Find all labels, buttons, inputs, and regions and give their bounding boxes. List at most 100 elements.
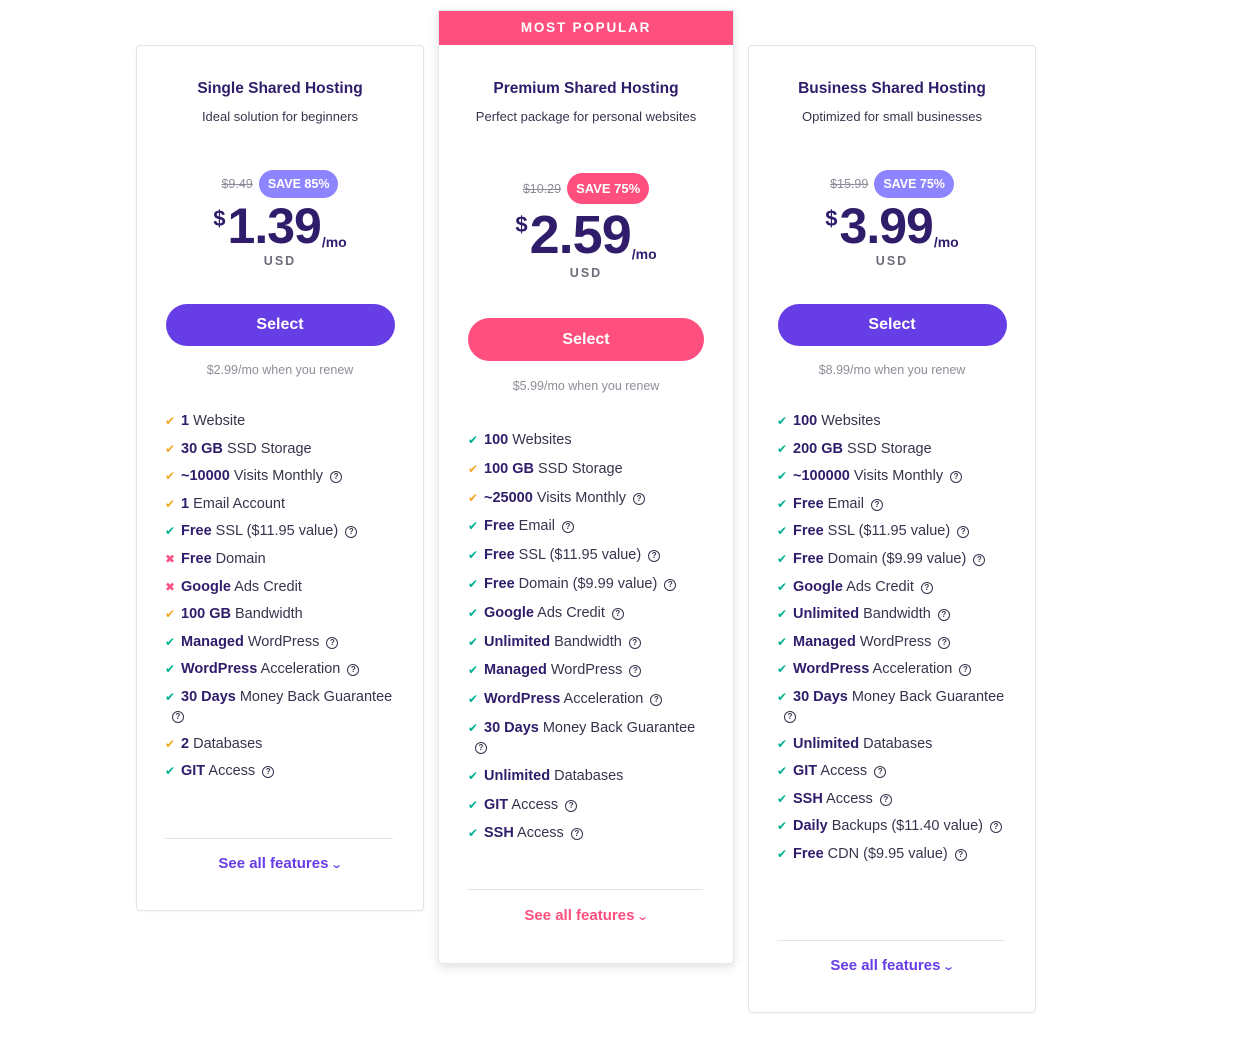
question-circle-icon[interactable]: ?: [475, 741, 487, 754]
plan-card-single: Single Shared Hosting Ideal solution for…: [136, 45, 424, 911]
feature-highlight: 30 Days: [181, 688, 236, 705]
check-icon: ✔: [777, 736, 788, 751]
feature-text: Bandwidth: [550, 633, 622, 650]
feature-text: Ads Credit: [842, 578, 914, 595]
check-icon: ✔: [777, 414, 788, 428]
question-circle-icon[interactable]: ?: [347, 664, 360, 677]
check-icon: ✔: [468, 826, 479, 841]
see-all-label: See all features: [524, 907, 635, 924]
feature-item: ✔ WordPress Acceleration?: [468, 690, 705, 709]
feature-text: Databases: [189, 735, 263, 752]
check-icon: ✔: [468, 663, 479, 678]
feature-item: ✔ SSH Access?: [468, 824, 705, 843]
feature-text: Access: [513, 825, 564, 842]
select-button[interactable]: Select: [777, 304, 1007, 346]
question-circle-icon[interactable]: ?: [330, 471, 343, 484]
feature-item: ✔ 200 GB SSD Storage: [777, 440, 1007, 459]
question-circle-icon[interactable]: ?: [784, 710, 796, 723]
question-circle-icon[interactable]: ?: [648, 550, 661, 563]
feature-text: Ads Credit: [533, 604, 605, 621]
question-circle-icon[interactable]: ?: [879, 793, 892, 806]
feature-highlight: Daily: [793, 818, 828, 835]
check-icon: ✔: [468, 692, 479, 707]
question-circle-icon[interactable]: ?: [950, 471, 963, 484]
question-circle-icon[interactable]: ?: [262, 766, 275, 779]
plan-card-business: Business Shared Hosting Optimized for sm…: [748, 45, 1036, 1013]
save-badge: SAVE 75%: [874, 170, 954, 198]
question-circle-icon[interactable]: ?: [565, 799, 578, 812]
question-circle-icon[interactable]: ?: [629, 665, 642, 678]
feature-text: SSD Storage: [222, 440, 312, 457]
question-circle-icon[interactable]: ?: [937, 609, 950, 622]
feature-text: Websites: [817, 413, 881, 429]
check-icon: ✔: [468, 548, 479, 563]
see-all-features-link[interactable]: See all features ⌄: [749, 957, 1035, 974]
question-circle-icon[interactable]: ?: [633, 492, 646, 505]
feature-highlight: SSH: [793, 790, 823, 807]
question-circle-icon[interactable]: ?: [938, 636, 951, 649]
feature-text: WordPress: [855, 633, 932, 650]
price: $ 2.59 /mo: [439, 206, 733, 264]
feature-text: Money Back Guarantee: [235, 688, 393, 705]
feature-text: Databases: [550, 767, 624, 784]
feature-item: ✔ Managed WordPress?: [777, 633, 1007, 652]
question-circle-icon[interactable]: ?: [870, 498, 883, 511]
feature-item: ✔ ~10000 Visits Monthly?: [165, 467, 395, 486]
question-circle-icon[interactable]: ?: [664, 578, 677, 591]
question-circle-icon[interactable]: ?: [957, 526, 970, 539]
feature-item: ✔ Daily Backups ($11.40 value)?: [777, 817, 1007, 836]
check-icon: ✔: [777, 607, 788, 622]
see-all-label: See all features: [218, 855, 329, 872]
question-circle-icon[interactable]: ?: [611, 607, 624, 620]
feature-text: CDN ($9.95 value): [823, 845, 948, 862]
feature-item: ✔ 30 Days Money Back Guarantee?: [165, 688, 395, 726]
check-icon: ✔: [165, 496, 176, 511]
feature-text: Websites: [508, 432, 572, 448]
question-circle-icon[interactable]: ?: [973, 553, 986, 566]
select-button[interactable]: Select: [468, 318, 704, 361]
question-circle-icon[interactable]: ?: [628, 636, 641, 649]
feature-item: ✔ 1 Website: [165, 412, 395, 431]
price-amount: 2.59: [529, 205, 632, 265]
feature-highlight: 30 GB: [181, 440, 223, 457]
question-circle-icon[interactable]: ?: [345, 526, 358, 539]
feature-text: SSL ($11.95 value): [211, 523, 339, 540]
check-icon: ✔: [468, 461, 479, 476]
question-circle-icon[interactable]: ?: [954, 848, 967, 861]
question-circle-icon[interactable]: ?: [959, 664, 972, 677]
question-circle-icon[interactable]: ?: [920, 581, 933, 594]
feature-item: ✔ 100 GB SSD Storage: [468, 460, 705, 479]
see-all-label: See all features: [830, 957, 941, 974]
see-all-features-link[interactable]: See all features ⌄: [137, 855, 423, 872]
currency-code: USD: [263, 254, 297, 268]
feature-highlight: SSH: [484, 825, 514, 842]
feature-highlight: Managed: [181, 633, 244, 650]
check-icon: ✔: [165, 414, 176, 428]
question-circle-icon[interactable]: ?: [326, 636, 339, 649]
discount-row: $9.49 SAVE 85%: [137, 170, 423, 198]
feature-item: ✔ WordPress Acceleration?: [777, 660, 1007, 679]
feature-item: ✔ 1 Email Account: [165, 495, 395, 514]
feature-highlight: Google: [484, 604, 534, 621]
feature-highlight: WordPress: [181, 661, 258, 678]
see-all-features-link[interactable]: See all features ⌄: [439, 907, 733, 924]
feature-highlight: Free: [181, 523, 212, 540]
question-circle-icon[interactable]: ?: [172, 710, 184, 723]
check-icon: ✔: [165, 764, 176, 779]
question-circle-icon[interactable]: ?: [561, 521, 574, 534]
question-circle-icon[interactable]: ?: [874, 766, 887, 779]
check-icon: ✔: [777, 524, 788, 539]
feature-item: ✔ GIT Access?: [165, 762, 395, 781]
discount-row: $10.29 SAVE 75%: [439, 173, 733, 204]
currency-code: USD: [569, 266, 603, 280]
feature-item: ✔ Google Ads Credit?: [468, 604, 705, 623]
question-circle-icon[interactable]: ?: [650, 694, 663, 707]
check-icon: ✔: [468, 768, 479, 783]
plan-title: Premium Shared Hosting: [493, 80, 679, 97]
select-button[interactable]: Select: [165, 304, 395, 346]
question-circle-icon[interactable]: ?: [570, 828, 583, 841]
feature-highlight: 30 Days: [793, 688, 848, 705]
question-circle-icon[interactable]: ?: [989, 821, 1002, 834]
check-icon: ✔: [468, 519, 479, 534]
feature-highlight: 1: [181, 495, 190, 512]
